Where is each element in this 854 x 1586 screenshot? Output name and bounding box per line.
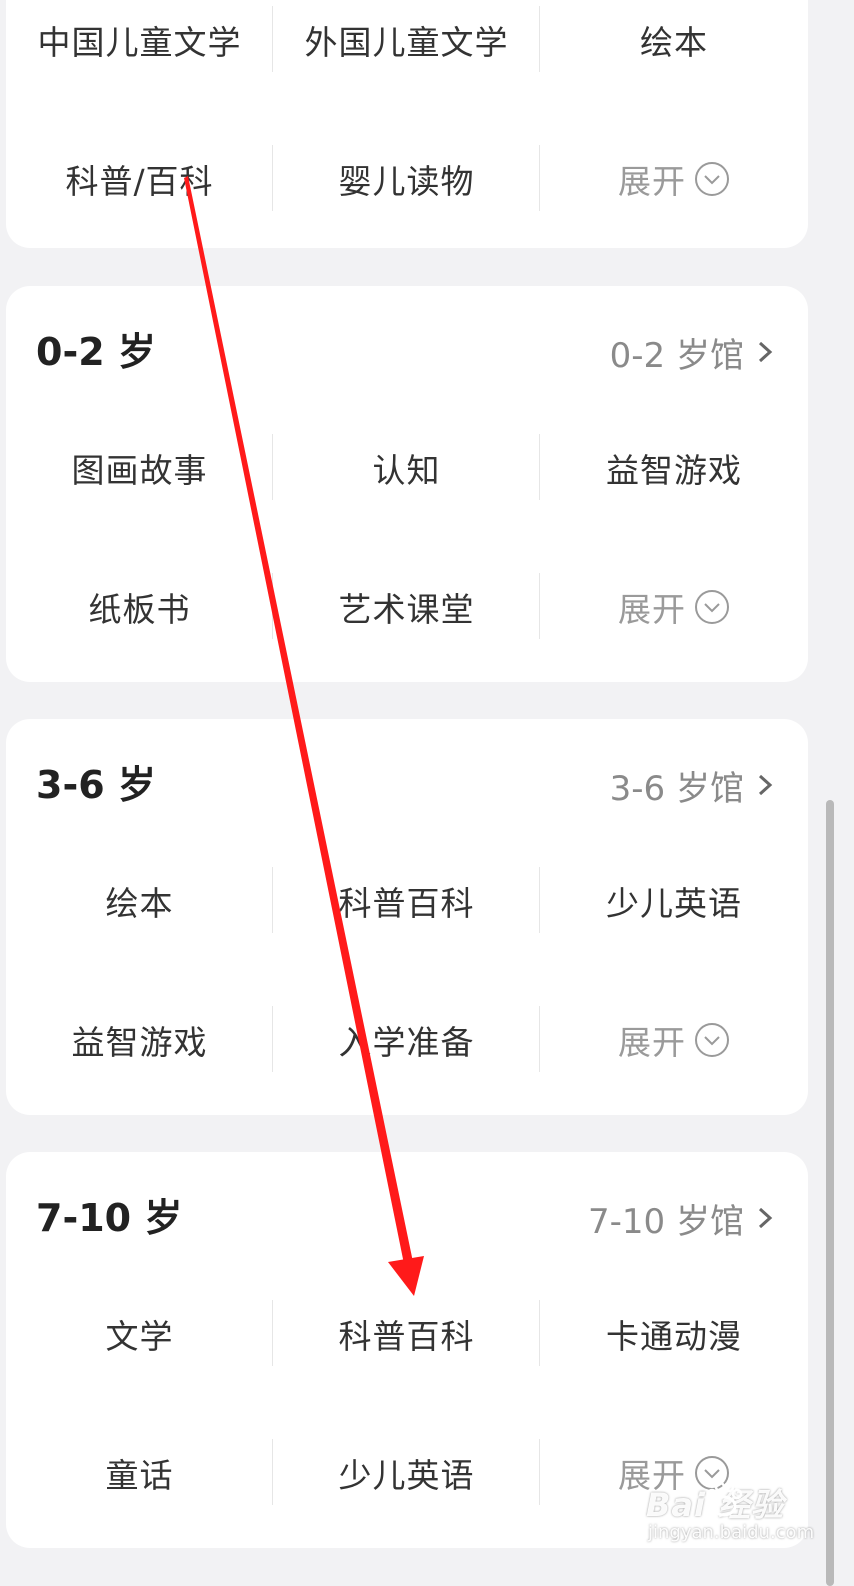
chevron-down-circle-icon xyxy=(695,1022,729,1057)
category-item[interactable]: 中国儿童文学 xyxy=(6,0,273,109)
category-item[interactable]: 婴儿读物 xyxy=(273,109,540,248)
chevron-down-circle-icon xyxy=(695,161,729,196)
age-section-0-2: 0-2 岁 0-2 岁馆 图画故事 认知 益智游戏 纸板书 艺术课堂 展开 xyxy=(6,286,808,682)
category-item[interactable]: 认知 xyxy=(273,398,540,537)
section-title: 0-2 岁 xyxy=(36,330,156,374)
category-item[interactable]: 科普/百科 xyxy=(6,109,273,248)
category-item[interactable]: 益智游戏 xyxy=(540,398,808,537)
section-title: 3-6 岁 xyxy=(36,763,156,807)
category-item[interactable]: 科普百科 xyxy=(273,1264,540,1403)
expand-button[interactable]: 展开 xyxy=(540,537,808,676)
section-link-button[interactable]: 3-6 岁馆 xyxy=(610,761,780,809)
category-item[interactable]: 纸板书 xyxy=(6,537,273,676)
section-link-button[interactable]: 0-2 岁馆 xyxy=(610,328,780,376)
category-item[interactable]: 益智游戏 xyxy=(6,970,273,1109)
category-item[interactable]: 绘本 xyxy=(540,0,808,109)
chevron-right-icon xyxy=(758,341,773,363)
chevron-down-circle-icon xyxy=(695,589,729,624)
category-item[interactable]: 科普百科 xyxy=(273,831,540,970)
category-item[interactable]: 童话 xyxy=(6,1403,273,1542)
category-item[interactable]: 艺术课堂 xyxy=(273,537,540,676)
category-item[interactable]: 入学准备 xyxy=(273,970,540,1109)
category-item[interactable]: 绘本 xyxy=(6,831,273,970)
category-item[interactable]: 卡通动漫 xyxy=(540,1264,808,1403)
chevron-right-icon xyxy=(758,774,773,796)
age-section-3-6: 3-6 岁 3-6 岁馆 绘本 科普百科 少儿英语 益智游戏 入学准备 展开 xyxy=(6,719,808,1115)
category-card-top: 中国儿童文学 外国儿童文学 绘本 科普/百科 婴儿读物 展开 xyxy=(6,0,808,248)
chevron-right-icon xyxy=(758,1207,773,1229)
category-item[interactable]: 少儿英语 xyxy=(540,831,808,970)
category-item[interactable]: 图画故事 xyxy=(6,398,273,537)
baidu-paw-logo-icon xyxy=(706,1481,743,1517)
scrollbar[interactable] xyxy=(826,800,834,1586)
expand-button[interactable]: 展开 xyxy=(540,970,808,1109)
section-link-button[interactable]: 7-10 岁馆 xyxy=(588,1194,780,1242)
category-page: 中国儿童文学 外国儿童文学 绘本 科普/百科 婴儿读物 展开 0-2 岁 0-2… xyxy=(0,0,854,1586)
expand-button[interactable]: 展开 xyxy=(540,109,808,248)
category-item[interactable]: 少儿英语 xyxy=(273,1403,540,1542)
category-item[interactable]: 外国儿童文学 xyxy=(273,0,540,109)
baidu-watermark: Bai 经验 jingyan.baidu.com xyxy=(640,1476,820,1556)
category-item[interactable]: 文学 xyxy=(6,1264,273,1403)
section-title: 7-10 岁 xyxy=(36,1196,183,1240)
